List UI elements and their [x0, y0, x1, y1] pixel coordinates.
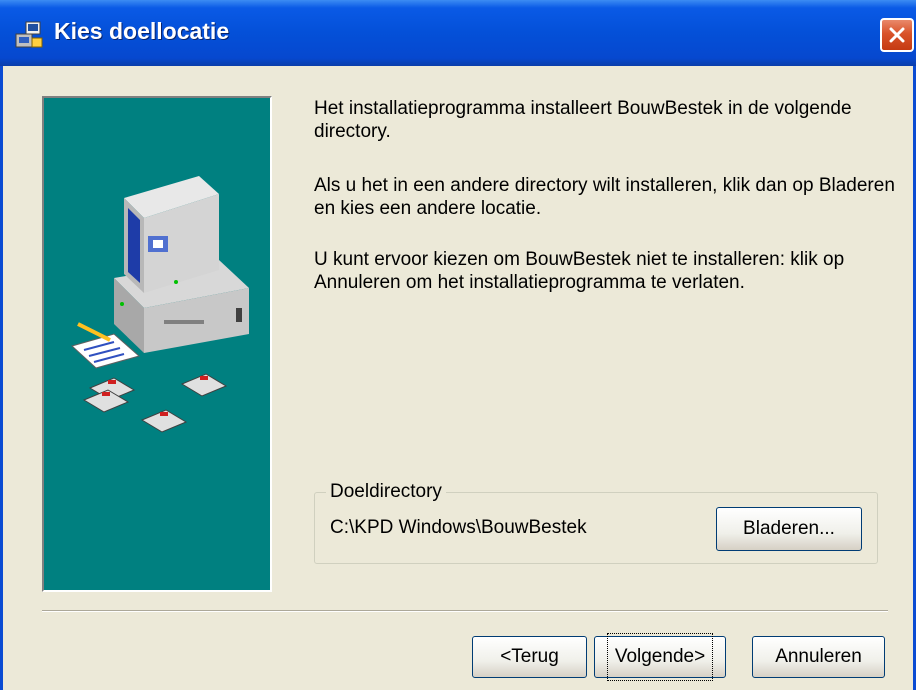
close-button[interactable] [880, 18, 914, 52]
title-bar[interactable]: Kies doellocatie [0, 0, 916, 66]
setup-illustration [42, 96, 272, 592]
cancel-button-label: Annuleren [775, 646, 862, 667]
cancel-button[interactable]: Annuleren [752, 636, 885, 678]
browse-button-label: Bladeren... [743, 518, 835, 539]
back-button-label: <Terug [500, 646, 559, 667]
computer-icon [71, 176, 249, 433]
intro-text: Het installatieprogramma installeert Bou… [314, 98, 852, 142]
destination-group-label: Doeldirectory [326, 481, 446, 503]
next-button-label: Volgende> [606, 633, 714, 681]
close-icon [889, 27, 905, 43]
window-frame-left [0, 66, 3, 690]
window-title: Kies doellocatie [54, 18, 230, 44]
destination-path: C:\KPD Windows\BouwBestek [330, 517, 587, 538]
separator-line [42, 610, 888, 612]
setup-icon [14, 20, 44, 50]
browse-hint-text: Als u het in een andere directory wilt i… [314, 175, 895, 219]
back-button[interactable]: <Terug [472, 636, 587, 678]
cancel-hint-text: U kunt ervoor kiezen om BouwBestek niet … [314, 249, 845, 293]
setup-dialog: Kies doellocatie Het installatieprogramm… [0, 0, 916, 690]
browse-button[interactable]: Bladeren... [716, 507, 862, 551]
next-button[interactable]: Volgende> [594, 633, 726, 681]
